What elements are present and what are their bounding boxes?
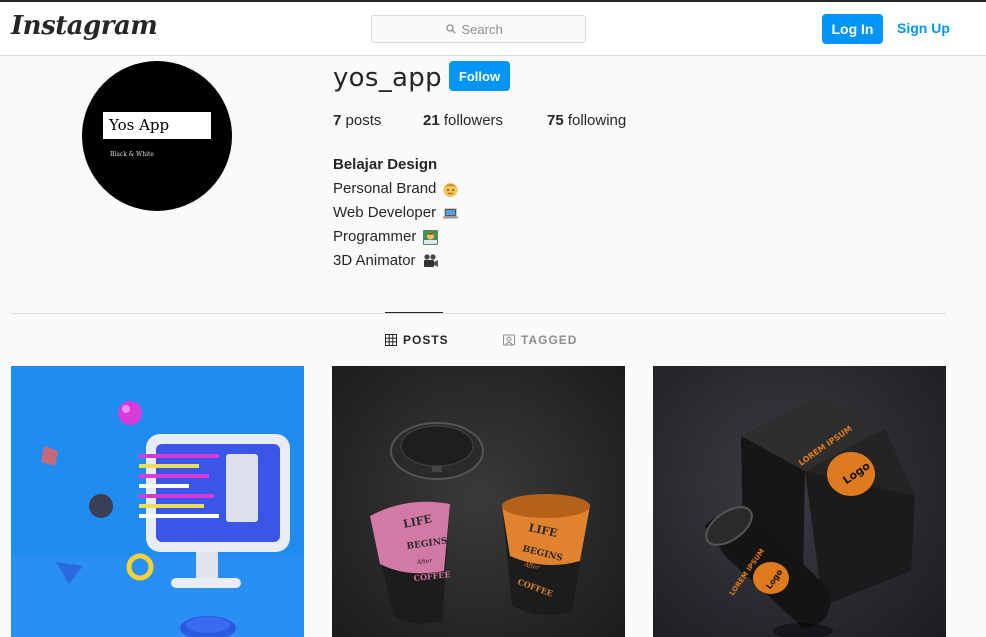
movie-camera-emoji-icon (423, 253, 438, 267)
followers-count: 21 (423, 112, 440, 129)
bio-line: Web Developer (333, 201, 459, 225)
profile-avatar[interactable]: Yos App Black & White (82, 61, 232, 211)
bio-line-text: 3D Animator (333, 252, 416, 269)
following-stat-label: following (567, 112, 627, 129)
bio-line-text: Personal Brand (333, 180, 437, 197)
profile-bio: Belajar Design Personal Brand Web Develo… (333, 153, 459, 273)
post-thumbnail[interactable] (11, 366, 304, 637)
post-thumbnail[interactable]: LIFE BEGINS After COFFEE LIFE BEGINS Aft… (332, 366, 625, 637)
search-input[interactable] (461, 21, 512, 37)
tab-tagged-label: TAGGED (521, 333, 578, 347)
posts-stat-label: posts (345, 112, 382, 129)
packaging-mockup-image: Logo LOREM IPSUM Logo LOREM IPSUM (653, 366, 946, 637)
bio-line: 3D Animator (333, 249, 459, 273)
technologist-emoji-icon (423, 229, 439, 245)
grid-icon (385, 334, 397, 346)
search-box[interactable] (371, 15, 586, 43)
tag-icon (503, 334, 515, 346)
active-tab-indicator (385, 312, 443, 313)
posts-stat: 7 posts (333, 112, 381, 129)
posts-count: 7 (333, 112, 342, 129)
tab-tagged[interactable]: TAGGED (503, 333, 577, 347)
instagram-logo[interactable]: Instagram (11, 11, 158, 41)
search-icon (445, 24, 456, 34)
bio-line: Programmer (333, 225, 459, 249)
tab-posts-label: POSTS (403, 333, 449, 347)
bio-line-text: Programmer (333, 228, 417, 245)
bio-name: Belajar Design (333, 156, 438, 173)
post-thumbnail[interactable]: Logo LOREM IPSUM Logo LOREM IPSUM (653, 366, 946, 637)
avatar-subtitle: Black & White (110, 151, 154, 158)
boy-face-emoji-icon (443, 182, 458, 197)
following-stat[interactable]: 75 following (547, 112, 626, 129)
login-button[interactable]: Log In (822, 14, 883, 44)
follow-button[interactable]: Follow (449, 61, 510, 91)
signup-link[interactable]: Sign Up (897, 20, 950, 36)
bio-line-text: Web Developer (333, 204, 437, 221)
avatar-title: Yos App (103, 112, 211, 139)
profile-username: yos_app (333, 63, 442, 93)
laptop-emoji-icon (443, 208, 459, 218)
top-navbar: Instagram Log In Sign Up (0, 2, 986, 56)
following-count: 75 (547, 112, 564, 129)
followers-stat-label: followers (443, 112, 504, 129)
computer-illustration-image (11, 366, 304, 637)
bio-line: Personal Brand (333, 177, 459, 201)
followers-stat[interactable]: 21 followers (423, 112, 503, 129)
tab-posts[interactable]: POSTS (385, 333, 449, 347)
tabs-divider (11, 313, 946, 314)
coffee-cups-image: LIFE BEGINS After COFFEE LIFE BEGINS Aft… (332, 366, 625, 637)
